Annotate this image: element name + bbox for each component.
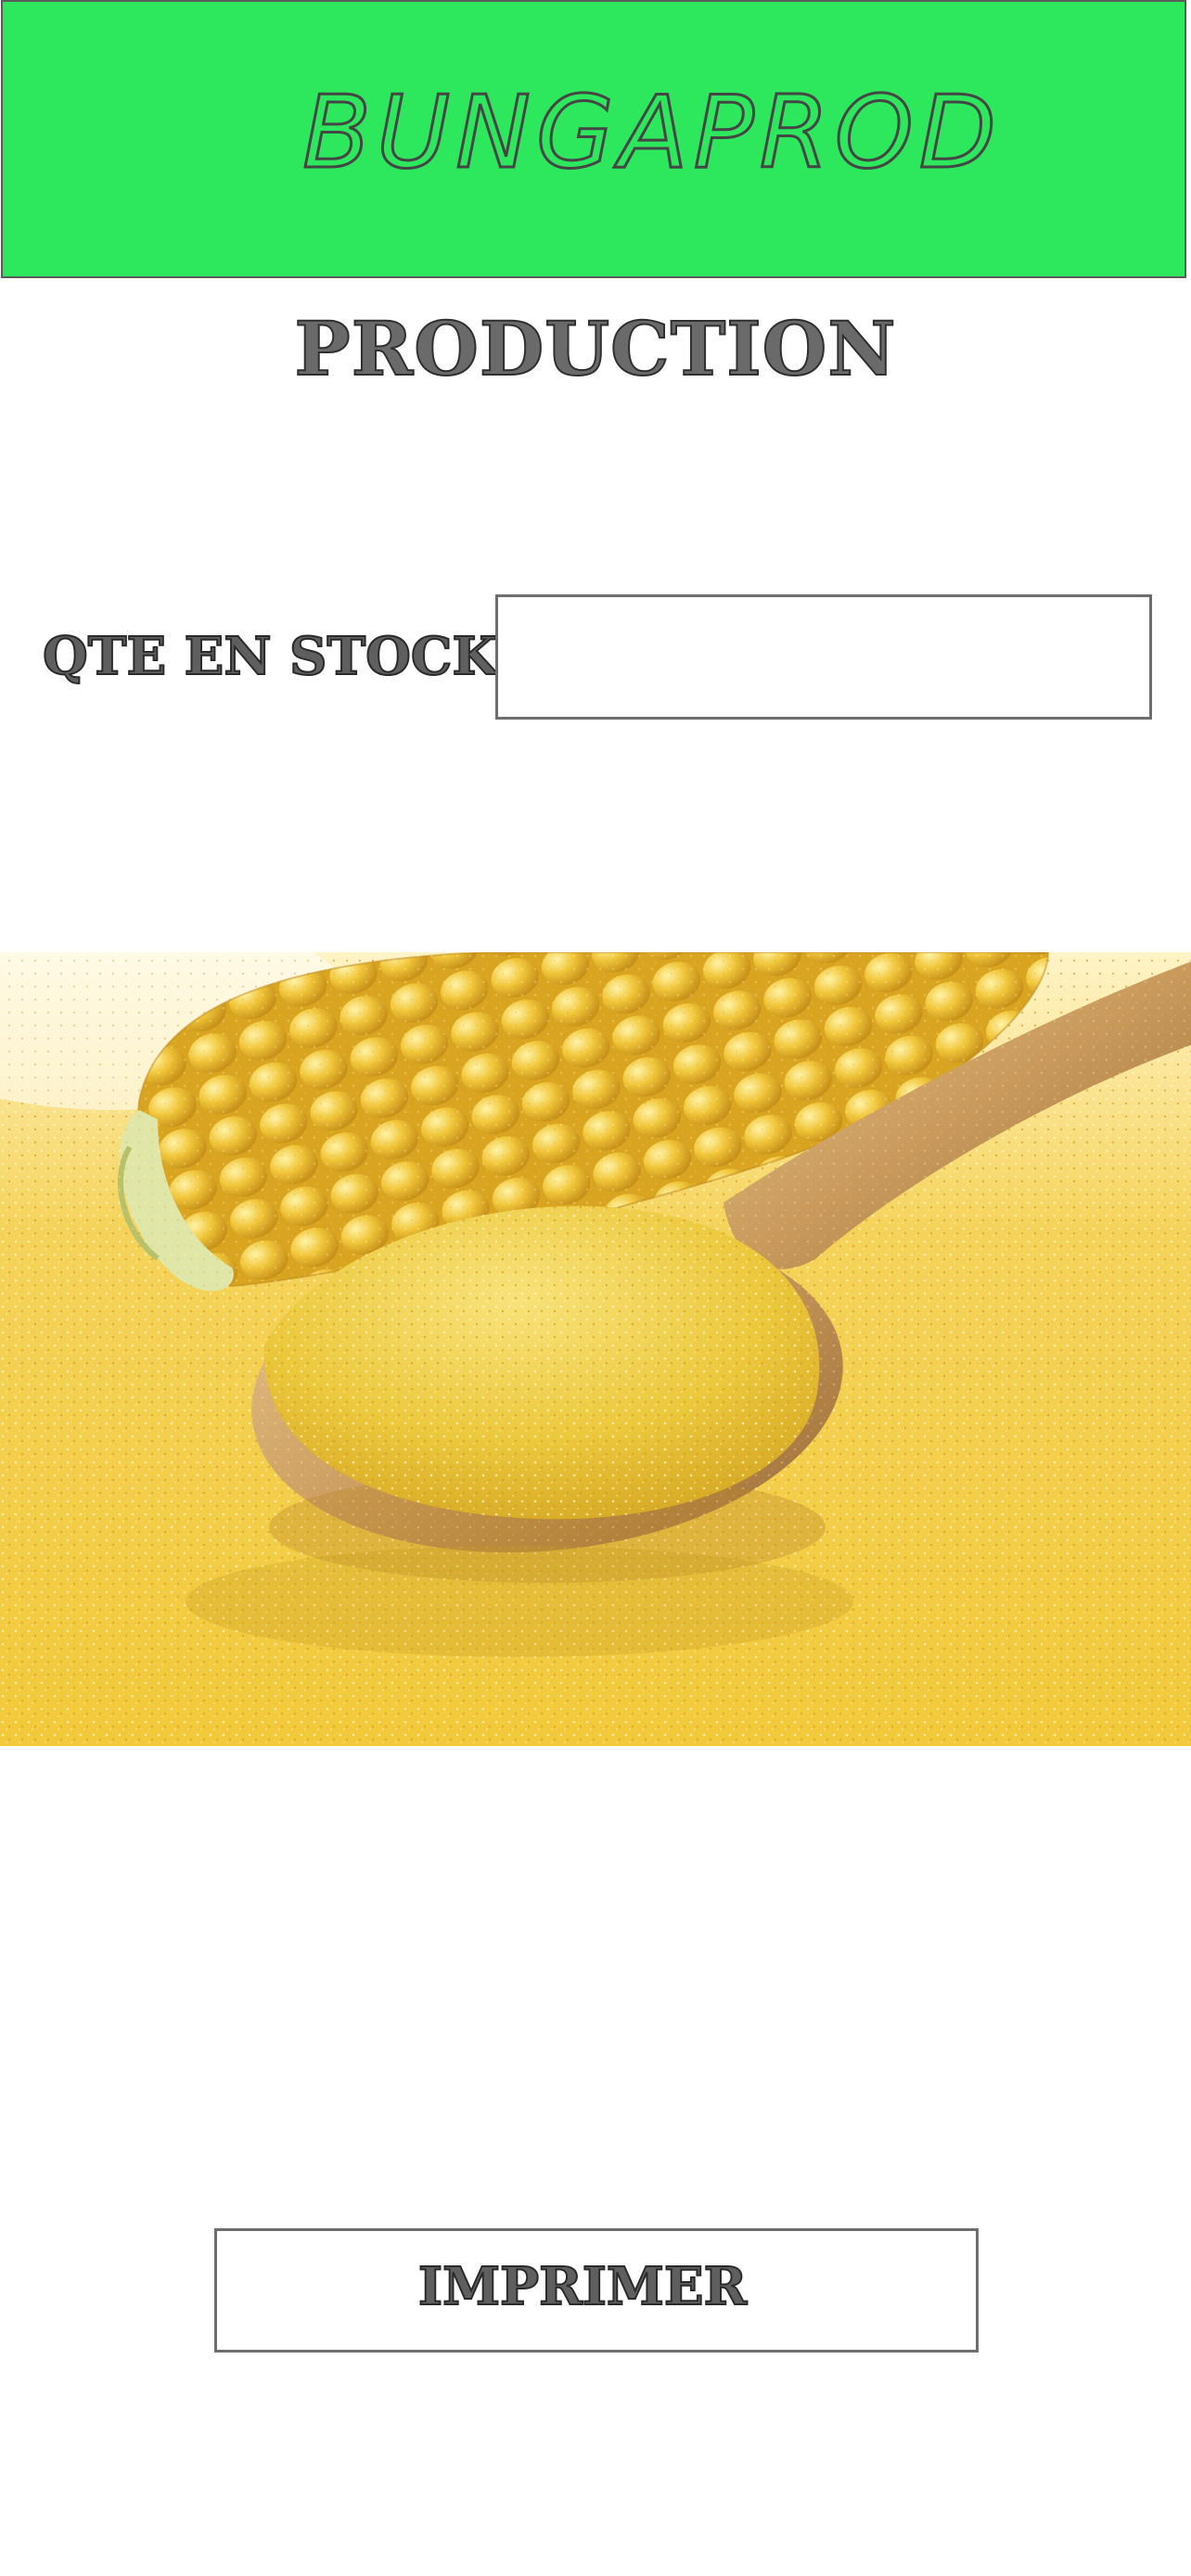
print-button-label: IMPRIMER [417, 2256, 748, 2317]
print-button[interactable]: IMPRIMER [214, 2228, 979, 2353]
corn-flour-photo [0, 952, 1191, 1746]
app-header: BUNGAPROD [1, 0, 1186, 278]
stock-quantity-label: QTE EN STOCK [42, 626, 498, 687]
stock-quantity-input[interactable] [495, 594, 1152, 720]
page-title: PRODUCTION [294, 305, 897, 392]
brand-logo: BUNGAPROD [301, 75, 1002, 191]
